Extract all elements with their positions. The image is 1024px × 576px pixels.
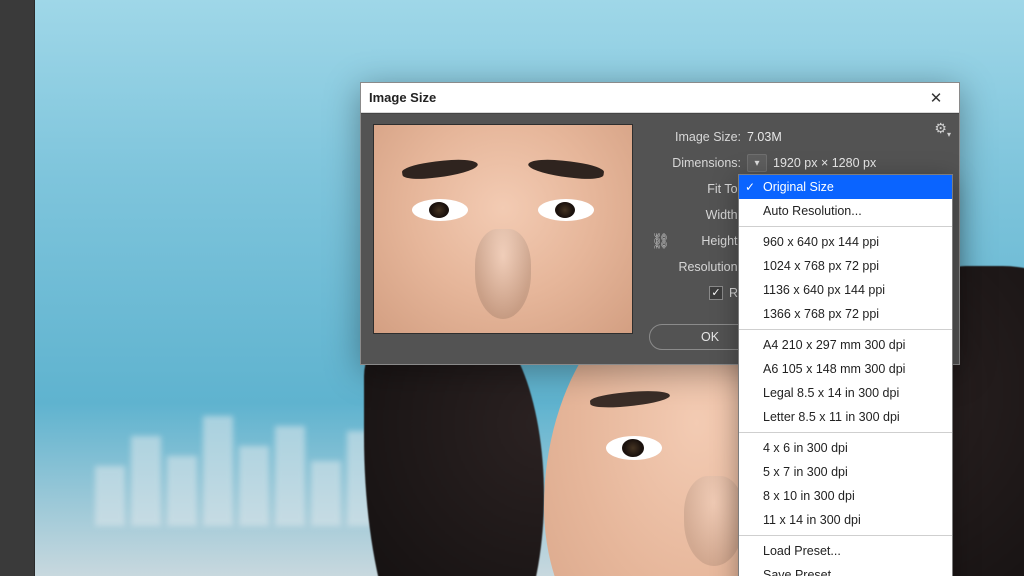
dropdown-item[interactable]: 1136 x 640 px 144 ppi [739, 278, 952, 302]
image-preview[interactable] [373, 124, 633, 334]
gear-icon[interactable]: ⚙︎▾ [934, 120, 951, 139]
dropdown-separator [739, 535, 952, 536]
dropdown-item[interactable]: Save Preset... [739, 563, 952, 576]
dropdown-item[interactable]: 960 x 640 px 144 ppi [739, 230, 952, 254]
dropdown-item[interactable]: Letter 8.5 x 11 in 300 dpi [739, 405, 952, 429]
dropdown-item[interactable]: Load Preset... [739, 539, 952, 563]
resample-checkbox[interactable]: ✓ [709, 286, 723, 300]
dropdown-item[interactable]: 5 x 7 in 300 dpi [739, 460, 952, 484]
chevron-down-icon: ▾ [754, 158, 759, 169]
dropdown-separator [739, 329, 952, 330]
close-icon: ✕ [930, 89, 943, 107]
dropdown-separator [739, 226, 952, 227]
image-size-label: Image Size: [649, 130, 741, 144]
dropdown-item[interactable]: 11 x 14 in 300 dpi [739, 508, 952, 532]
link-icon[interactable]: ⛓ [651, 232, 670, 250]
dropdown-item[interactable]: 8 x 10 in 300 dpi [739, 484, 952, 508]
dropdown-item[interactable]: Legal 8.5 x 14 in 300 dpi [739, 381, 952, 405]
dimensions-label: Dimensions: [649, 156, 741, 170]
dropdown-item[interactable]: Original Size [739, 175, 952, 199]
dialog-titlebar[interactable]: Image Size ✕ [361, 83, 959, 113]
ok-button-label: OK [701, 330, 719, 344]
dialog-title: Image Size [369, 90, 436, 105]
dropdown-item[interactable]: 4 x 6 in 300 dpi [739, 436, 952, 460]
fit-to-label: Fit To: [649, 182, 741, 196]
resolution-label: Resolution: [649, 260, 741, 274]
image-size-value: 7.03M [747, 130, 782, 144]
app-left-strip [0, 0, 35, 576]
dimensions-unit-button[interactable]: ▾ [747, 154, 767, 172]
close-button[interactable]: ✕ [921, 84, 951, 112]
dropdown-item[interactable]: 1366 x 768 px 72 ppi [739, 302, 952, 326]
dropdown-separator [739, 432, 952, 433]
dropdown-item[interactable]: A6 105 x 148 mm 300 dpi [739, 357, 952, 381]
fit-to-dropdown[interactable]: Original SizeAuto Resolution... 960 x 640… [738, 174, 953, 576]
width-label: Width: [649, 208, 741, 222]
dropdown-item[interactable]: Auto Resolution... [739, 199, 952, 223]
dropdown-item[interactable]: 1024 x 768 px 72 ppi [739, 254, 952, 278]
dropdown-item[interactable]: A4 210 x 297 mm 300 dpi [739, 333, 952, 357]
dimensions-value: 1920 px × 1280 px [773, 156, 876, 170]
